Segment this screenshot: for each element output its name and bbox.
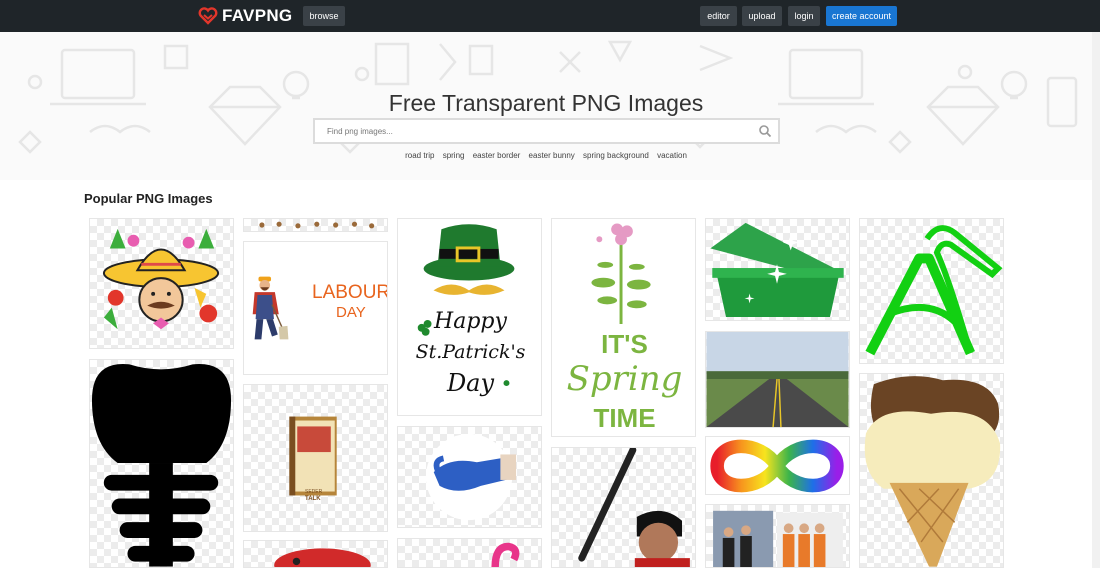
spring-line2: Spring <box>566 359 683 399</box>
image-tile-road[interactable] <box>705 331 850 428</box>
image-tile-ice-cream[interactable] <box>859 373 1004 568</box>
search-icon[interactable] <box>758 124 772 138</box>
image-tile-easter-border[interactable] <box>243 218 388 232</box>
tag-link[interactable]: easter border <box>473 151 521 160</box>
section-heading: Popular PNG Images <box>84 191 213 206</box>
search-input[interactable] <box>315 120 745 142</box>
book-title-line2: TALK <box>305 496 321 502</box>
spring-line3: TIME <box>593 403 656 433</box>
glove-icon <box>425 433 517 521</box>
fishing-lure-icon <box>274 548 371 567</box>
image-tile-green-bin[interactable] <box>705 218 850 321</box>
logo-text: FAVPNG <box>222 6 293 25</box>
stpat-line2: St.Patrick's <box>415 341 526 363</box>
page-title: Free Transparent PNG Images <box>388 90 704 116</box>
book-icon <box>289 416 337 496</box>
upload-button[interactable]: upload <box>742 6 782 26</box>
green-bin-icon <box>710 222 844 318</box>
road-landscape-icon <box>706 332 849 427</box>
image-tile-group-photo[interactable] <box>705 504 850 568</box>
page-scrollbar[interactable] <box>1092 32 1100 568</box>
image-tile-spring-time[interactable]: IT'S Spring TIME <box>551 218 696 437</box>
create-account-button[interactable]: create account <box>826 6 897 26</box>
browse-button[interactable]: browse <box>303 6 345 26</box>
tooth-implant-icon <box>91 364 232 567</box>
image-tile-tooth-implant[interactable] <box>89 359 234 568</box>
search-box <box>313 118 780 144</box>
baseball-player-icon <box>578 448 690 567</box>
login-button[interactable]: login <box>788 6 820 26</box>
image-tile-labour-day[interactable]: LABOUR DAY <box>243 241 388 375</box>
logo[interactable]: FAVPNG <box>198 5 292 27</box>
image-tile-rainbow-infinity[interactable] <box>705 436 850 495</box>
editor-button[interactable]: editor <box>700 6 737 26</box>
easter-border-icon <box>259 221 375 229</box>
tag-link[interactable]: vacation <box>657 151 687 160</box>
image-tile-baseball-player[interactable] <box>551 447 696 568</box>
top-nav-bar: FAVPNG browse editor upload login create… <box>0 0 1100 32</box>
pink-flamingo-icon <box>491 542 520 567</box>
worker-shovel-icon <box>252 276 289 340</box>
ice-cream-cone-icon <box>864 376 1001 567</box>
tag-link[interactable]: spring <box>443 151 465 160</box>
image-tile-sombrero-man[interactable] <box>89 218 234 349</box>
heart-logo-icon <box>198 7 218 25</box>
popular-tags: road trip spring easter border easter bu… <box>0 151 1092 160</box>
image-tile-blue-glove[interactable] <box>397 426 542 528</box>
stpat-line3: Day <box>446 369 495 397</box>
tag-link[interactable]: easter bunny <box>529 151 575 160</box>
image-tile-book[interactable]: SEDER TALK <box>243 384 388 532</box>
spring-line1: IT'S <box>601 329 648 359</box>
infinity-icon <box>710 439 844 493</box>
tag-link[interactable]: spring background <box>583 151 649 160</box>
image-tile-pink-shape[interactable] <box>397 538 542 568</box>
image-tile-fishing-lure[interactable] <box>243 540 388 568</box>
letter-a-snake-icon <box>865 225 1003 356</box>
image-tile-letter-a[interactable] <box>859 218 1004 364</box>
image-tile-st-patricks[interactable]: Happy St.Patrick's Day <box>397 218 542 416</box>
labour-title: LABOUR <box>312 282 388 303</box>
book-title-line1: SEDER <box>305 489 323 495</box>
tag-link[interactable]: road trip <box>405 151 434 160</box>
group-photo-icon <box>713 510 843 567</box>
labour-subtitle: DAY <box>336 304 366 321</box>
sombrero-man-icon <box>102 228 220 330</box>
stpat-line1: Happy <box>434 309 507 334</box>
